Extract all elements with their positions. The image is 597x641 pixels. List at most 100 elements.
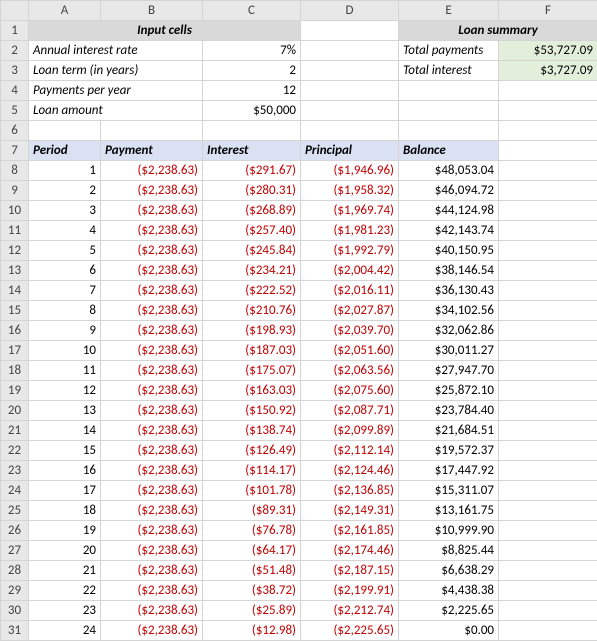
period-cell[interactable]: 20 <box>29 541 101 561</box>
row-header[interactable]: 2 <box>1 41 29 61</box>
cell[interactable] <box>499 341 597 361</box>
period-cell[interactable]: 8 <box>29 301 101 321</box>
interest-cell[interactable]: ($38.72) <box>203 581 301 601</box>
balance-cell[interactable]: $38,146.54 <box>399 261 499 281</box>
interest-cell[interactable]: ($234.21) <box>203 261 301 281</box>
input-cells-header[interactable]: Input cells <box>29 21 301 41</box>
total-interest-value[interactable]: $3,727.09 <box>499 61 597 81</box>
cell[interactable] <box>499 581 597 601</box>
period-cell[interactable]: 24 <box>29 621 101 641</box>
balance-cell[interactable]: $6,638.29 <box>399 561 499 581</box>
ppy-value[interactable]: 12 <box>203 81 301 101</box>
principal-header[interactable]: Principal <box>301 141 399 161</box>
interest-cell[interactable]: ($245.84) <box>203 241 301 261</box>
cell[interactable] <box>101 121 203 141</box>
interest-cell[interactable]: ($175.07) <box>203 361 301 381</box>
payment-cell[interactable]: ($2,238.63) <box>101 441 203 461</box>
cell[interactable] <box>499 361 597 381</box>
period-cell[interactable]: 13 <box>29 401 101 421</box>
payment-cell[interactable]: ($2,238.63) <box>101 561 203 581</box>
balance-cell[interactable]: $44,124.98 <box>399 201 499 221</box>
interest-cell[interactable]: ($25.89) <box>203 601 301 621</box>
cell[interactable] <box>499 101 597 121</box>
row-header[interactable]: 20 <box>1 401 29 421</box>
period-cell[interactable]: 7 <box>29 281 101 301</box>
period-cell[interactable]: 15 <box>29 441 101 461</box>
principal-cell[interactable]: ($2,124.46) <box>301 461 399 481</box>
period-cell[interactable]: 19 <box>29 521 101 541</box>
balance-cell[interactable]: $36,130.43 <box>399 281 499 301</box>
ppy-label[interactable]: Payments per year <box>29 81 203 101</box>
col-header-F[interactable]: F <box>499 1 597 21</box>
period-header[interactable]: Period <box>29 141 101 161</box>
cell[interactable] <box>499 201 597 221</box>
interest-cell[interactable]: ($51.48) <box>203 561 301 581</box>
principal-cell[interactable]: ($2,212.74) <box>301 601 399 621</box>
payment-cell[interactable]: ($2,238.63) <box>101 281 203 301</box>
row-header[interactable]: 24 <box>1 481 29 501</box>
payment-cell[interactable]: ($2,238.63) <box>101 541 203 561</box>
period-cell[interactable]: 12 <box>29 381 101 401</box>
cell[interactable] <box>499 221 597 241</box>
period-cell[interactable]: 11 <box>29 361 101 381</box>
principal-cell[interactable]: ($2,161.85) <box>301 521 399 541</box>
row-header[interactable]: 16 <box>1 321 29 341</box>
payment-cell[interactable]: ($2,238.63) <box>101 161 203 181</box>
period-cell[interactable]: 16 <box>29 461 101 481</box>
principal-cell[interactable]: ($1,969.74) <box>301 201 399 221</box>
payment-cell[interactable]: ($2,238.63) <box>101 481 203 501</box>
principal-cell[interactable]: ($2,112.14) <box>301 441 399 461</box>
interest-cell[interactable]: ($257.40) <box>203 221 301 241</box>
cell[interactable] <box>301 41 399 61</box>
principal-cell[interactable]: ($2,051.60) <box>301 341 399 361</box>
balance-cell[interactable]: $42,143.74 <box>399 221 499 241</box>
balance-header[interactable]: Balance <box>399 141 499 161</box>
balance-cell[interactable]: $2,225.65 <box>399 601 499 621</box>
payment-cell[interactable]: ($2,238.63) <box>101 361 203 381</box>
balance-cell[interactable]: $34,102.56 <box>399 301 499 321</box>
term-label[interactable]: Loan term (in years) <box>29 61 203 81</box>
balance-cell[interactable]: $32,062.86 <box>399 321 499 341</box>
cell[interactable] <box>499 501 597 521</box>
payment-cell[interactable]: ($2,238.63) <box>101 601 203 621</box>
cell[interactable] <box>301 61 399 81</box>
period-cell[interactable]: 23 <box>29 601 101 621</box>
cell[interactable] <box>499 561 597 581</box>
balance-cell[interactable]: $21,684.51 <box>399 421 499 441</box>
row-header[interactable]: 19 <box>1 381 29 401</box>
principal-cell[interactable]: ($2,027.87) <box>301 301 399 321</box>
payment-cell[interactable]: ($2,238.63) <box>101 341 203 361</box>
row-header[interactable]: 29 <box>1 581 29 601</box>
row-header[interactable]: 13 <box>1 261 29 281</box>
interest-cell[interactable]: ($126.49) <box>203 441 301 461</box>
cell[interactable] <box>499 181 597 201</box>
payment-cell[interactable]: ($2,238.63) <box>101 201 203 221</box>
row-header[interactable]: 23 <box>1 461 29 481</box>
row-header[interactable]: 5 <box>1 101 29 121</box>
interest-cell[interactable]: ($89.31) <box>203 501 301 521</box>
principal-cell[interactable]: ($2,225.65) <box>301 621 399 641</box>
row-header[interactable]: 11 <box>1 221 29 241</box>
col-header-A[interactable]: A <box>29 1 101 21</box>
principal-cell[interactable]: ($2,149.31) <box>301 501 399 521</box>
cell[interactable] <box>499 121 597 141</box>
balance-cell[interactable]: $10,999.90 <box>399 521 499 541</box>
principal-cell[interactable]: ($2,016.11) <box>301 281 399 301</box>
principal-cell[interactable]: ($2,004.42) <box>301 261 399 281</box>
payment-header[interactable]: Payment <box>101 141 203 161</box>
interest-cell[interactable]: ($268.89) <box>203 201 301 221</box>
row-header[interactable]: 4 <box>1 81 29 101</box>
principal-cell[interactable]: ($1,946.96) <box>301 161 399 181</box>
principal-cell[interactable]: ($2,087.71) <box>301 401 399 421</box>
row-header[interactable]: 1 <box>1 21 29 41</box>
payment-cell[interactable]: ($2,238.63) <box>101 261 203 281</box>
row-header[interactable]: 22 <box>1 441 29 461</box>
balance-cell[interactable]: $46,094.72 <box>399 181 499 201</box>
cell[interactable] <box>499 401 597 421</box>
balance-cell[interactable]: $23,784.40 <box>399 401 499 421</box>
period-cell[interactable]: 18 <box>29 501 101 521</box>
balance-cell[interactable]: $17,447.92 <box>399 461 499 481</box>
cell[interactable] <box>499 81 597 101</box>
total-payments-label[interactable]: Total payments <box>399 41 499 61</box>
period-cell[interactable]: 2 <box>29 181 101 201</box>
